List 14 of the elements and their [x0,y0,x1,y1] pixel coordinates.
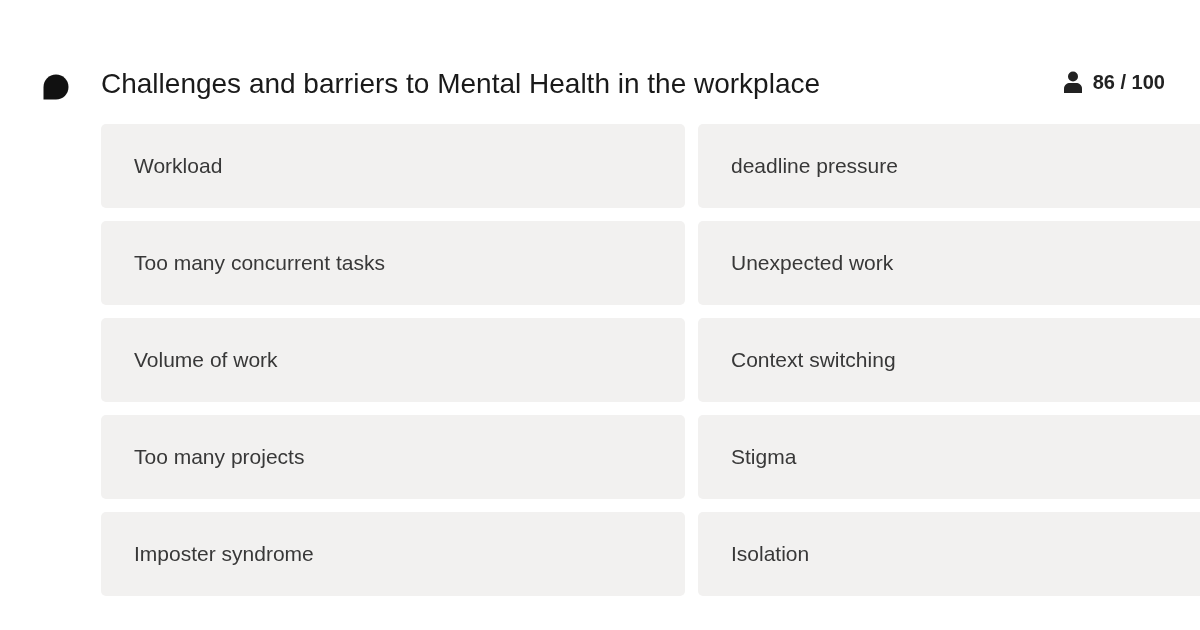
person-icon [1063,71,1082,93]
answer-text: Too many concurrent tasks [134,250,385,277]
answer-text: Context switching [731,347,896,374]
answer-text: Isolation [731,541,810,568]
speech-bubble-icon [43,74,69,100]
answer-text: Imposter syndrome [134,541,314,568]
response-count: 86 / 100 [1092,70,1165,95]
answer-text: Too many projects [134,444,305,471]
question-title: Challenges and barriers to Mental Health in the workplace [101,67,821,101]
answer-text: Stigma [731,444,797,471]
answer-text: deadline pressure [731,153,898,180]
answer-text: Unexpected work [731,250,894,277]
answer-text: Workload [134,153,223,180]
answer-text: Volume of work [134,347,278,374]
